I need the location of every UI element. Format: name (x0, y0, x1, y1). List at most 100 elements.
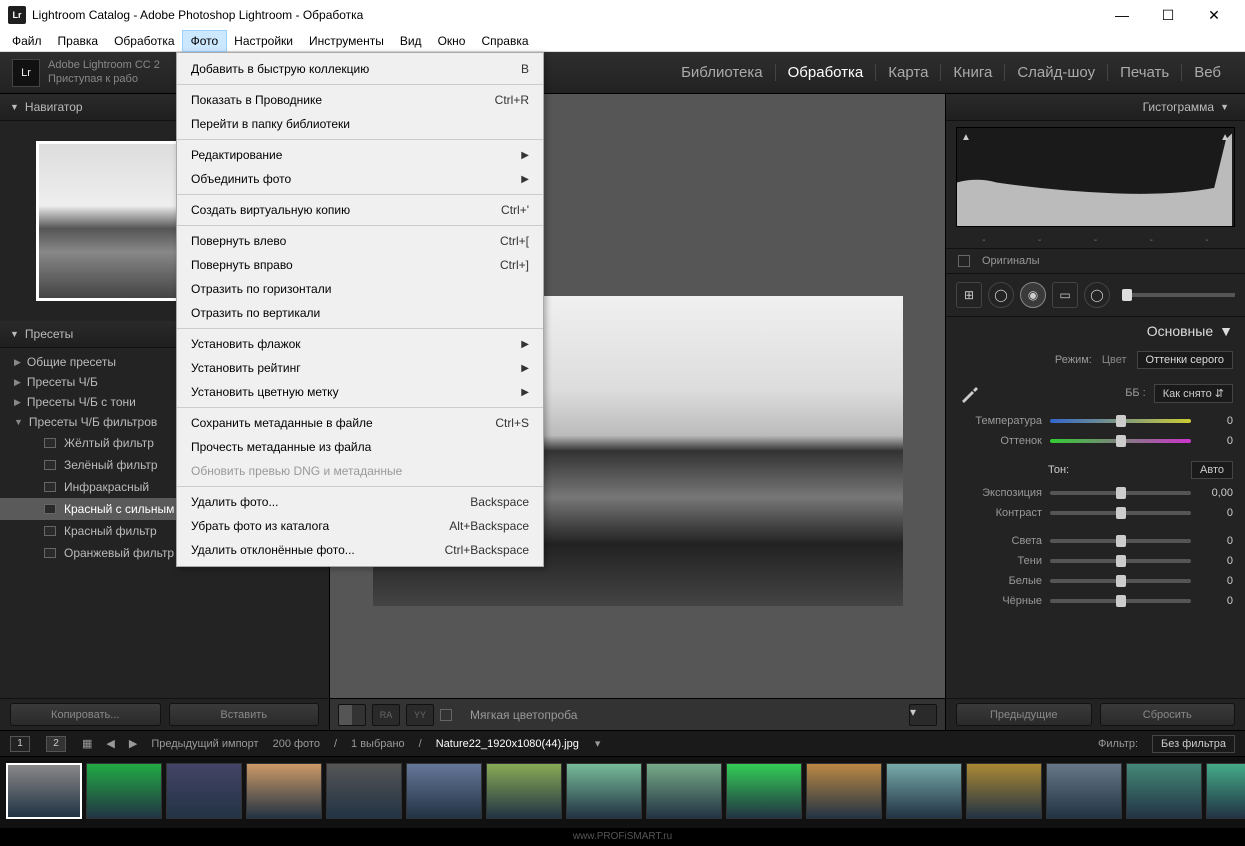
menu-item[interactable]: Редактирование▶ (177, 143, 543, 167)
menu-справка[interactable]: Справка (473, 31, 536, 51)
filmstrip-thumb[interactable] (886, 763, 962, 819)
filmstrip-thumb[interactable] (726, 763, 802, 819)
menu-фото[interactable]: Фото (183, 31, 227, 51)
filter-label: Фильтр: (1098, 738, 1138, 750)
histogram-header[interactable]: Гистограмма ▼ (946, 94, 1245, 121)
menu-файл[interactable]: Файл (4, 31, 50, 51)
menu-вид[interactable]: Вид (392, 31, 430, 51)
menu-обработка[interactable]: Обработка (106, 31, 183, 51)
menu-item[interactable]: Сохранить метаданные в файлеCtrl+S (177, 411, 543, 435)
module-1[interactable]: Обработка (775, 64, 876, 81)
wb-select[interactable]: Как снято ⇵ (1154, 384, 1233, 403)
before-after-button[interactable]: RA (372, 704, 400, 726)
filename[interactable]: Nature22_1920x1080(44).jpg (436, 738, 579, 750)
crop-tool[interactable]: ⊞ (956, 282, 982, 308)
filmstrip-thumb[interactable] (806, 763, 882, 819)
softproof-checkbox[interactable] (440, 709, 452, 721)
module-5[interactable]: Печать (1107, 64, 1181, 81)
module-0[interactable]: Библиотека (669, 64, 775, 81)
toolbar-menu-button[interactable]: ▾ (909, 704, 937, 726)
slider-Контраст[interactable]: Контраст0 (946, 503, 1245, 523)
loupe-view-button[interactable] (338, 704, 366, 726)
secondary-display-button[interactable]: 2 (46, 736, 66, 752)
filmstrip-thumb[interactable] (406, 763, 482, 819)
primary-display-button[interactable]: 1 (10, 736, 30, 752)
spot-tool[interactable]: ◯ (988, 282, 1014, 308)
source-label[interactable]: Предыдущий импорт (151, 738, 258, 750)
menu-item[interactable]: Добавить в быструю коллекциюB (177, 57, 543, 81)
tool-slider[interactable] (1122, 293, 1235, 297)
slider-Белые[interactable]: Белые0 (946, 571, 1245, 591)
treatment-color[interactable]: Цвет (1102, 354, 1127, 366)
module-4[interactable]: Слайд-шоу (1004, 64, 1107, 81)
close-button[interactable]: ✕ (1191, 0, 1237, 30)
menu-item[interactable]: Перейти в папку библиотеки (177, 112, 543, 136)
reset-button[interactable]: Сбросить (1100, 703, 1236, 726)
menu-item[interactable]: Отразить по вертикали (177, 301, 543, 325)
originals-checkbox[interactable] (958, 255, 970, 267)
maximize-button[interactable]: ☐ (1145, 0, 1191, 30)
menu-правка[interactable]: Правка (50, 31, 107, 51)
filmstrip-thumb[interactable] (326, 763, 402, 819)
slider-Оттенок[interactable]: Оттенок0 (946, 431, 1245, 451)
dropper-icon[interactable] (958, 381, 982, 405)
grid-icon[interactable]: ▦ (82, 737, 92, 750)
menu-item[interactable]: Установить рейтинг▶ (177, 356, 543, 380)
filmstrip-thumb[interactable] (166, 763, 242, 819)
filmstrip-thumb[interactable] (86, 763, 162, 819)
module-2[interactable]: Карта (875, 64, 940, 81)
menu-item[interactable]: Удалить отклонённые фото...Ctrl+Backspac… (177, 538, 543, 562)
menu-item[interactable]: Объединить фото▶ (177, 167, 543, 191)
filmstrip[interactable] (0, 756, 1245, 828)
filmstrip-thumb[interactable] (1046, 763, 1122, 819)
menu-item[interactable]: Убрать фото из каталогаAlt+Backspace (177, 514, 543, 538)
tone-label: Тон: (1048, 464, 1069, 476)
radial-tool[interactable]: ◯ (1084, 282, 1110, 308)
menu-item[interactable]: Прочесть метаданные из файла (177, 435, 543, 459)
paste-button[interactable]: Вставить (169, 703, 320, 726)
redeye-tool[interactable]: ◉ (1020, 282, 1046, 308)
filmstrip-thumb[interactable] (646, 763, 722, 819)
slider-Температура[interactable]: Температура0 (946, 411, 1245, 431)
compare-button[interactable]: YY (406, 704, 434, 726)
menu-item[interactable]: Установить флажок▶ (177, 332, 543, 356)
treatment-gray[interactable]: Оттенки серого (1137, 351, 1233, 369)
previous-button[interactable]: Предыдущие (956, 703, 1092, 726)
originals-row[interactable]: Оригиналы (946, 248, 1245, 273)
right-panel: Гистограмма ▼ ▲ ▲ ----- Оригиналы ⊞ ◯ ◉ … (945, 94, 1245, 730)
gradient-tool[interactable]: ▭ (1052, 282, 1078, 308)
menu-окно[interactable]: Окно (430, 31, 474, 51)
module-6[interactable]: Веб (1181, 64, 1233, 81)
filmstrip-thumb[interactable] (486, 763, 562, 819)
menu-item[interactable]: Повернуть вправоCtrl+] (177, 253, 543, 277)
menu-настройки[interactable]: Настройки (226, 31, 301, 51)
menu-item[interactable]: Удалить фото...Backspace (177, 490, 543, 514)
back-icon[interactable]: ◀ (106, 737, 114, 750)
filmstrip-thumb[interactable] (246, 763, 322, 819)
filmstrip-thumb[interactable] (566, 763, 642, 819)
filmstrip-thumb[interactable] (1206, 763, 1245, 819)
slider-Света[interactable]: Света0 (946, 531, 1245, 551)
copy-button[interactable]: Копировать... (10, 703, 161, 726)
slider-Экспозиция[interactable]: Экспозиция0,00 (946, 483, 1245, 503)
histogram[interactable]: ▲ ▲ (956, 127, 1235, 227)
lightroom-logo: Lr (12, 59, 40, 87)
forward-icon[interactable]: ▶ (129, 737, 137, 750)
filter-select[interactable]: Без фильтра (1152, 735, 1235, 753)
menu-item[interactable]: Показать в ПроводникеCtrl+R (177, 88, 543, 112)
menu-item[interactable]: Установить цветную метку▶ (177, 380, 543, 404)
menu-item[interactable]: Отразить по горизонтали (177, 277, 543, 301)
filmstrip-thumb[interactable] (1126, 763, 1202, 819)
minimize-button[interactable]: — (1099, 0, 1145, 30)
menu-инструменты[interactable]: Инструменты (301, 31, 392, 51)
basic-header[interactable]: Основные▼ (946, 317, 1245, 345)
auto-tone-button[interactable]: Авто (1191, 461, 1233, 479)
filmstrip-thumb[interactable] (966, 763, 1042, 819)
slider-Чёрные[interactable]: Чёрные0 (946, 591, 1245, 611)
menu-item[interactable]: Создать виртуальную копиюCtrl+' (177, 198, 543, 222)
titlebar: Lr Lightroom Catalog - Adobe Photoshop L… (0, 0, 1245, 30)
module-3[interactable]: Книга (940, 64, 1004, 81)
slider-Тени[interactable]: Тени0 (946, 551, 1245, 571)
filmstrip-thumb[interactable] (6, 763, 82, 819)
menu-item[interactable]: Повернуть влевоCtrl+[ (177, 229, 543, 253)
